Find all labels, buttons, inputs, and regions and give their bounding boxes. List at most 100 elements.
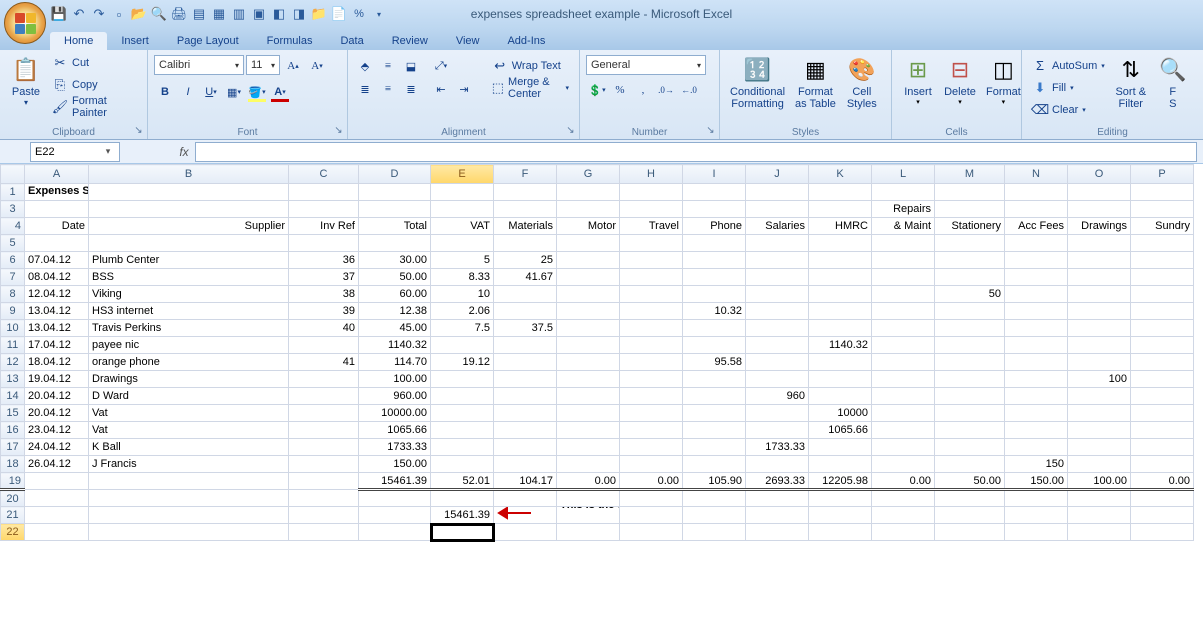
cell[interactable]: 19.04.12	[25, 371, 89, 388]
cell[interactable]	[620, 371, 683, 388]
cell[interactable]: 18.04.12	[25, 354, 89, 371]
cell[interactable]: 39	[289, 303, 359, 320]
cell[interactable]: BSS	[89, 269, 289, 286]
cell[interactable]	[557, 456, 620, 473]
cell[interactable]	[1005, 354, 1068, 371]
cell[interactable]: 07.04.12	[25, 252, 89, 269]
cell[interactable]: 960.00	[359, 388, 431, 405]
cell[interactable]	[557, 337, 620, 354]
cell[interactable]: 0.00	[1131, 473, 1194, 490]
cell[interactable]: 26.04.12	[25, 456, 89, 473]
sort-filter-button[interactable]: ⇅Sort & Filter	[1111, 52, 1151, 112]
cell[interactable]	[809, 303, 872, 320]
cell[interactable]	[809, 320, 872, 337]
cell[interactable]	[809, 371, 872, 388]
cell[interactable]	[683, 439, 746, 456]
cell[interactable]	[746, 303, 809, 320]
align-left-button[interactable]: ≣	[354, 78, 376, 100]
cell[interactable]: 30.00	[359, 252, 431, 269]
cell[interactable]	[935, 524, 1005, 541]
cell[interactable]	[620, 490, 683, 507]
decrease-decimal-button[interactable]: ←.0	[678, 79, 700, 101]
cell[interactable]	[935, 405, 1005, 422]
cell[interactable]: 150.00	[1005, 473, 1068, 490]
orientation-button[interactable]: ⤢▾	[430, 55, 452, 77]
cell[interactable]	[289, 473, 359, 490]
cell[interactable]	[620, 320, 683, 337]
conditional-formatting-button[interactable]: 🔢Conditional Formatting	[726, 52, 789, 112]
cell[interactable]	[1005, 269, 1068, 286]
tab-add-ins[interactable]: Add-Ins	[493, 32, 559, 50]
cell[interactable]	[683, 235, 746, 252]
cell[interactable]	[1068, 269, 1131, 286]
cell[interactable]	[25, 235, 89, 252]
cell[interactable]	[89, 201, 289, 218]
cell[interactable]	[1005, 405, 1068, 422]
cell[interactable]: 36	[289, 252, 359, 269]
cell[interactable]: Drawings	[89, 371, 289, 388]
cell[interactable]	[89, 473, 289, 490]
cell[interactable]	[494, 337, 557, 354]
cell[interactable]: 0.00	[557, 473, 620, 490]
cell[interactable]	[683, 337, 746, 354]
cell[interactable]	[872, 320, 935, 337]
cell[interactable]	[1068, 320, 1131, 337]
cell[interactable]: 10000	[809, 405, 872, 422]
qat-item-icon[interactable]: ▥	[230, 5, 248, 23]
cell[interactable]	[1131, 490, 1194, 507]
cell[interactable]	[557, 252, 620, 269]
cell[interactable]	[431, 439, 494, 456]
cell[interactable]: 41	[289, 354, 359, 371]
cell[interactable]	[1068, 388, 1131, 405]
font-size-select[interactable]: 11▾	[246, 55, 280, 75]
qat-item-icon[interactable]: ◨	[290, 5, 308, 23]
copy-button[interactable]: ⎘Copy	[48, 74, 141, 95]
cell[interactable]	[557, 405, 620, 422]
cell[interactable]	[620, 507, 683, 524]
cell[interactable]	[89, 507, 289, 524]
cell[interactable]	[746, 524, 809, 541]
cell[interactable]	[494, 405, 557, 422]
cell[interactable]	[289, 490, 359, 507]
qat-quick-print-icon[interactable]: 🖨	[170, 5, 188, 23]
cell[interactable]	[935, 252, 1005, 269]
cell[interactable]	[359, 201, 431, 218]
cell[interactable]	[557, 371, 620, 388]
cell[interactable]: Travel	[620, 218, 683, 235]
cell[interactable]	[1005, 388, 1068, 405]
cell[interactable]	[1131, 184, 1194, 201]
cell[interactable]: Phone	[683, 218, 746, 235]
row-header-1[interactable]: 1	[1, 184, 25, 201]
cell[interactable]	[935, 439, 1005, 456]
cell[interactable]	[1068, 201, 1131, 218]
cell[interactable]	[89, 235, 289, 252]
row-header-10[interactable]: 10	[1, 320, 25, 337]
cell[interactable]	[1005, 371, 1068, 388]
cell[interactable]	[683, 269, 746, 286]
format-cells-button[interactable]: ◫Format▾	[982, 52, 1025, 108]
cell[interactable]	[872, 184, 935, 201]
increase-indent-button[interactable]: ⇥	[453, 78, 475, 100]
cell[interactable]: 37.5	[494, 320, 557, 337]
cell[interactable]	[1005, 524, 1068, 541]
qat-print-preview-icon[interactable]: 🔍	[150, 5, 168, 23]
cell[interactable]	[809, 235, 872, 252]
cell[interactable]: 5	[431, 252, 494, 269]
cell[interactable]	[1131, 235, 1194, 252]
cell[interactable]	[683, 490, 746, 507]
cell[interactable]: Materials	[494, 218, 557, 235]
cell[interactable]	[1068, 507, 1131, 524]
cell[interactable]	[494, 354, 557, 371]
cell[interactable]: 0.00	[620, 473, 683, 490]
cell[interactable]	[683, 184, 746, 201]
paste-button[interactable]: 📋 Paste ▾	[6, 52, 46, 109]
cell[interactable]	[746, 201, 809, 218]
cell[interactable]	[935, 337, 1005, 354]
cell[interactable]: 60.00	[359, 286, 431, 303]
cell[interactable]: 1733.33	[746, 439, 809, 456]
cell[interactable]	[1068, 405, 1131, 422]
name-box[interactable]: E22▾	[30, 142, 120, 162]
cell[interactable]	[872, 252, 935, 269]
cell[interactable]	[25, 201, 89, 218]
cell[interactable]	[1005, 337, 1068, 354]
